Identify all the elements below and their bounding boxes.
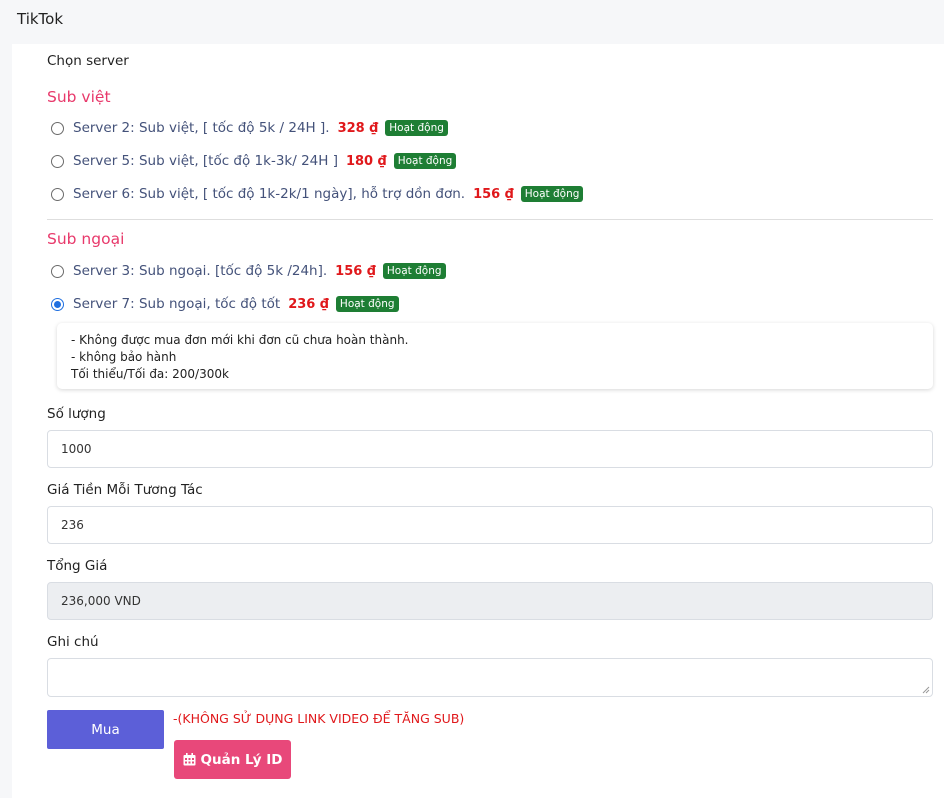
server-price: 156 ₫: [335, 263, 376, 279]
unit-price-input[interactable]: 236: [47, 506, 933, 544]
server-option-label: Server 3: Sub ngoại. [tốc độ 5k /24h].: [73, 263, 328, 279]
server-price: 328 ₫: [337, 120, 379, 136]
server-option-5[interactable]: Server 5: Sub việt, [tốc độ 1k-3k/ 24H ]…: [51, 151, 457, 171]
quantity-input[interactable]: 1000: [47, 430, 933, 468]
calendar-icon: [183, 753, 196, 766]
section-divider: [47, 219, 933, 220]
buy-button[interactable]: Mua: [47, 710, 164, 749]
note-line: - Không được mua đơn mới khi đơn cũ chưa…: [71, 333, 409, 347]
server-price: 156 ₫: [473, 186, 514, 202]
unit-price-value: 236: [61, 518, 84, 532]
server-option-label: Server 5: Sub việt, [tốc độ 1k-3k/ 24H ]: [73, 153, 338, 169]
total-price-value: 236,000 VND: [61, 594, 141, 608]
status-badge: Hoạt động: [520, 186, 584, 202]
link-warning-text: -(KHÔNG SỬ DỤNG LINK VIDEO ĐỂ TĂNG SUB): [173, 711, 465, 726]
server-radio[interactable]: [51, 264, 64, 278]
server-option-7[interactable]: Server 7: Sub ngoại, tốc độ tốt 236 ₫ Ho…: [51, 294, 399, 314]
top-bar: TikTok: [0, 0, 944, 44]
note-line: - không bảo hành: [71, 350, 177, 364]
quantity-label: Số lượng: [47, 406, 106, 422]
section-title-sub-viet: Sub việt: [47, 88, 111, 106]
server-radio[interactable]: [51, 121, 64, 135]
server-radio[interactable]: [51, 154, 64, 168]
server-option-label: Server 2: Sub việt, [ tốc độ 5k / 24H ].: [73, 120, 330, 136]
server-option-label: Server 6: Sub việt, [ tốc độ 1k-2k/1 ngà…: [73, 186, 466, 202]
manage-id-label: Quản Lý ID: [200, 751, 283, 768]
server-radio-selected[interactable]: [51, 297, 64, 311]
page-title: TikTok: [17, 10, 64, 28]
server-option-6[interactable]: Server 6: Sub việt, [ tốc độ 1k-2k/1 ngà…: [51, 184, 584, 204]
quantity-value: 1000: [61, 442, 92, 456]
resize-grip-icon[interactable]: [922, 686, 930, 694]
manage-id-button[interactable]: Quản Lý ID: [174, 740, 291, 779]
status-badge: Hoạt động: [382, 263, 446, 279]
server-label: Chọn server: [47, 53, 129, 69]
status-badge: Hoạt động: [393, 153, 457, 169]
note-label: Ghi chú: [47, 634, 99, 650]
section-title-sub-ngoai: Sub ngoại: [47, 230, 125, 248]
server-notes-box: - Không được mua đơn mới khi đơn cũ chưa…: [57, 323, 933, 389]
server-radio[interactable]: [51, 187, 64, 201]
server-option-2[interactable]: Server 2: Sub việt, [ tốc độ 5k / 24H ].…: [51, 118, 448, 138]
total-label: Tổng Giá: [47, 558, 108, 574]
status-badge: Hoạt động: [335, 296, 399, 312]
note-line: Tối thiểu/Tối đa: 200/300k: [71, 367, 229, 381]
server-option-label: Server 7: Sub ngoại, tốc độ tốt: [73, 296, 281, 312]
unit-price-label: Giá Tiền Mỗi Tương Tác: [47, 482, 203, 498]
server-option-3[interactable]: Server 3: Sub ngoại. [tốc độ 5k /24h]. 1…: [51, 261, 446, 281]
note-textarea[interactable]: [47, 658, 933, 697]
status-badge: Hoạt động: [385, 120, 448, 136]
total-price-field: 236,000 VND: [47, 582, 933, 620]
server-price: 180 ₫: [345, 153, 387, 169]
server-price: 236 ₫: [288, 296, 329, 312]
